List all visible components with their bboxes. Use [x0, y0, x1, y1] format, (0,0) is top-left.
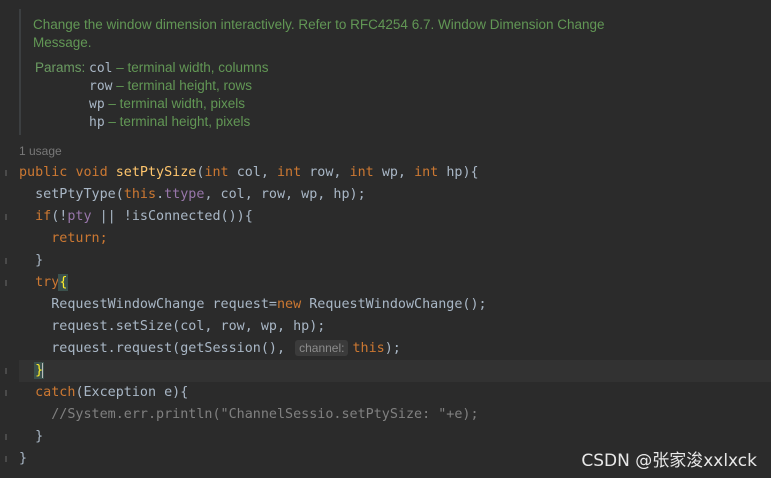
code-line[interactable]: try{ — [19, 272, 771, 294]
params-label: Params: — [35, 60, 86, 75]
code-line[interactable]: } — [19, 426, 771, 448]
code-line[interactable]: request.setSize(col, row, wp, hp); — [19, 316, 771, 338]
param-desc: – terminal width, pixels — [108, 96, 245, 111]
code-line[interactable]: setPtyType(this.ttype, col, row, wp, hp)… — [19, 184, 771, 206]
fold-marker-icon[interactable] — [5, 170, 7, 176]
code-line-current[interactable]: } — [19, 360, 771, 382]
param-desc: – terminal width, columns — [116, 60, 269, 75]
doc-description: Change the window dimension interactivel… — [33, 17, 605, 50]
code-line[interactable]: return; — [19, 228, 771, 250]
param-name: wp — [89, 97, 105, 112]
code-editor[interactable]: public void setPtySize(int col, int row,… — [19, 162, 771, 470]
parameter-inlay-hint: channel: — [295, 340, 349, 356]
fold-marker-icon[interactable] — [5, 214, 7, 220]
fold-marker-icon[interactable] — [5, 280, 7, 286]
usage-hint[interactable]: 1 usage — [19, 144, 62, 158]
param-desc: – terminal height, pixels — [108, 114, 251, 129]
doc-param-row: row – terminal height, rows — [35, 77, 269, 95]
fold-marker-icon[interactable] — [5, 434, 7, 440]
fold-marker-icon[interactable] — [5, 368, 7, 374]
code-line[interactable]: catch(Exception e){ — [19, 382, 771, 404]
doc-param-row: wp – terminal width, pixels — [35, 95, 269, 113]
fold-marker-icon[interactable] — [5, 456, 7, 462]
code-line[interactable]: RequestWindowChange request=new RequestW… — [19, 294, 771, 316]
param-name: row — [89, 79, 113, 94]
rendered-javadoc: Change the window dimension interactivel… — [19, 9, 661, 135]
code-line[interactable]: request.request(getSession(), channel: th… — [19, 338, 771, 360]
param-name: hp — [89, 115, 105, 130]
code-line[interactable]: public void setPtySize(int col, int row,… — [19, 162, 771, 184]
csdn-watermark: CSDN @张家浚xxlxck — [581, 451, 757, 471]
matched-brace: { — [58, 274, 69, 291]
code-line[interactable]: //System.err.println("ChannelSessio.setP… — [19, 404, 771, 426]
param-name: col — [89, 61, 113, 76]
fold-marker-icon[interactable] — [5, 390, 7, 396]
code-line[interactable]: } — [19, 250, 771, 272]
doc-param-row: hp – terminal height, pixels — [35, 113, 269, 131]
fold-marker-icon[interactable] — [5, 258, 7, 264]
doc-param-row: Params: col – terminal width, columns — [35, 59, 269, 77]
code-line[interactable]: if(!pty || !isConnected()){ — [19, 206, 771, 228]
doc-params: Params: col – terminal width, columns row… — [35, 59, 269, 131]
method-name: setPtySize — [115, 165, 197, 180]
param-desc: – terminal height, rows — [116, 78, 253, 93]
code-comment: //System.err.println("ChannelSessio.setP… — [51, 407, 479, 422]
text-caret — [42, 362, 45, 378]
fold-gutter — [0, 0, 14, 478]
